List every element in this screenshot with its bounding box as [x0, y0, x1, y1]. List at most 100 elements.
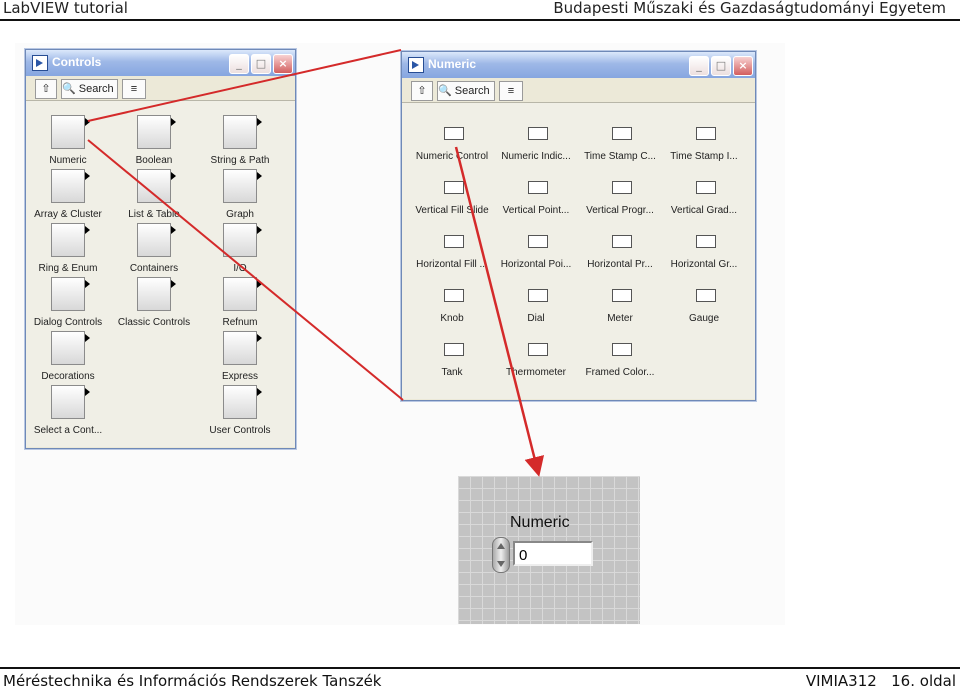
vertical-grad-icon	[689, 175, 719, 199]
array-cluster-icon	[51, 169, 90, 203]
maximize-button[interactable]: □	[711, 56, 731, 76]
footer-left: Méréstechnika és Információs Rendszerek …	[3, 672, 382, 690]
numeric-item-horizontal-pr[interactable]: Horizontal Pr...	[575, 229, 665, 270]
numeric-toolbar: ⇧ 🔍 Search ≡	[402, 78, 755, 102]
numeric-item-label: Meter	[607, 313, 633, 324]
numeric-item-label: Horizontal Fill ...	[416, 259, 488, 270]
glyph-icon	[528, 343, 548, 356]
numeric-item-horizontal-poi[interactable]: Horizontal Poi...	[491, 229, 581, 270]
numeric-titlebar[interactable]: Numeric _ □ ×	[402, 52, 755, 78]
classic-controls-icon	[137, 277, 176, 311]
numeric-item-vertical-fill-slide[interactable]: Vertical Fill Slide	[407, 175, 497, 216]
controls-item-label: Classic Controls	[117, 317, 191, 328]
numeric-item-numeric-indic[interactable]: Numeric Indic...	[491, 121, 581, 162]
glyph-icon	[444, 235, 464, 248]
express-icon	[223, 331, 262, 365]
search-button[interactable]: 🔍 Search	[437, 81, 495, 101]
numeric-item-thermometer[interactable]: Thermometer	[491, 337, 581, 378]
controls-item-array-cluster[interactable]: Array & Cluster	[23, 169, 113, 220]
controls-item-containers[interactable]: Containers	[109, 223, 199, 274]
controls-item-i-o[interactable]: I/O	[195, 223, 285, 274]
controls-item-numeric[interactable]: Numeric	[23, 115, 113, 166]
controls-item-express[interactable]: Express	[195, 331, 285, 382]
containers-icon	[137, 223, 176, 257]
numeric-item-dial[interactable]: Dial	[491, 283, 581, 324]
horizontal-gr-icon	[689, 229, 719, 253]
controls-item-decorations[interactable]: Decorations	[23, 331, 113, 382]
numeric-title: Numeric	[428, 57, 477, 71]
numeric-item-label: Vertical Point...	[502, 205, 570, 216]
view-options-icon[interactable]: ≡	[122, 79, 146, 99]
numeric-item-label: Gauge	[688, 313, 720, 324]
numeric-item-vertical-grad[interactable]: Vertical Grad...	[659, 175, 749, 216]
header-left: LabVIEW tutorial	[3, 0, 128, 17]
labview-icon	[32, 55, 48, 71]
controls-item-classic-controls[interactable]: Classic Controls	[109, 277, 199, 328]
controls-item-label: Array & Cluster	[34, 209, 102, 220]
glyph-icon	[528, 127, 548, 140]
numeric-item-framed-color[interactable]: Framed Color...	[575, 337, 665, 378]
maximize-button[interactable]: □	[251, 54, 271, 74]
controls-item-label: Refnum	[222, 317, 258, 328]
view-options-icon[interactable]: ≡	[499, 81, 523, 101]
controls-item-label: Express	[221, 371, 259, 382]
user-controls-icon	[223, 385, 262, 419]
controls-item-graph[interactable]: Graph	[195, 169, 285, 220]
dial-icon	[521, 283, 551, 307]
numeric-item-horizontal-gr[interactable]: Horizontal Gr...	[659, 229, 749, 270]
controls-item-label: String & Path	[210, 155, 270, 166]
numeric-item-meter[interactable]: Meter	[575, 283, 665, 324]
up-arrow-icon[interactable]: ⇧	[411, 81, 433, 101]
close-button[interactable]: ×	[273, 54, 293, 74]
numeric-item-numeric-control[interactable]: Numeric Control	[407, 121, 497, 162]
numeric-item-knob[interactable]: Knob	[407, 283, 497, 324]
numeric-item-vertical-point[interactable]: Vertical Point...	[491, 175, 581, 216]
numeric-item-gauge[interactable]: Gauge	[659, 283, 749, 324]
numeric-window: Numeric _ □ × ⇧ 🔍 Search ≡ Numeric Contr…	[401, 51, 756, 401]
header-right: Budapesti Műszaki és Gazdaságtudományi E…	[553, 0, 946, 17]
knob-icon	[437, 283, 467, 307]
controls-palette: Numeric Boolean String & Path Array & Clust…	[26, 100, 295, 447]
numeric-item-label: Vertical Fill Slide	[415, 205, 489, 216]
numeric-item-label: Horizontal Poi...	[500, 259, 572, 270]
controls-item-dialog-controls[interactable]: Dialog Controls	[23, 277, 113, 328]
controls-item-user-controls[interactable]: User Controls	[195, 385, 285, 436]
numeric-item-label: Time Stamp C...	[584, 151, 656, 162]
numeric-control-field[interactable]: 0	[513, 541, 593, 566]
numeric-item-horizontal-fill[interactable]: Horizontal Fill ...	[407, 229, 497, 270]
controls-item-select-a-cont[interactable]: Select a Cont...	[23, 385, 113, 436]
search-button[interactable]: 🔍 Search	[61, 79, 118, 99]
glyph-icon	[528, 289, 548, 302]
numeric-item-time-stamp-c[interactable]: Time Stamp C...	[575, 121, 665, 162]
controls-item-boolean[interactable]: Boolean	[109, 115, 199, 166]
numeric-item-label: Horizontal Pr...	[587, 259, 653, 270]
controls-item-refnum[interactable]: Refnum	[195, 277, 285, 328]
numeric-item-vertical-progr[interactable]: Vertical Progr...	[575, 175, 665, 216]
numeric-palette: Numeric Control Numeric Indic... Time Stam…	[402, 102, 755, 399]
controls-item-ring-enum[interactable]: Ring & Enum	[23, 223, 113, 274]
minimize-button[interactable]: _	[689, 56, 709, 76]
minimize-button[interactable]: _	[229, 54, 249, 74]
increment-decrement-icon[interactable]	[492, 537, 510, 573]
up-arrow-icon[interactable]: ⇧	[35, 79, 57, 99]
glyph-icon	[612, 181, 632, 194]
numeric-item-label: Tank	[441, 367, 463, 378]
meter-icon	[605, 283, 635, 307]
glyph-icon	[528, 235, 548, 248]
labview-icon	[408, 57, 424, 73]
controls-item-label: User Controls	[209, 425, 271, 436]
glyph-icon	[696, 235, 716, 248]
numeric-item-tank[interactable]: Tank	[407, 337, 497, 378]
search-label: Search	[78, 83, 114, 95]
controls-window: Controls _ □ × ⇧ 🔍 Search ≡ Numeric Boole…	[25, 49, 296, 449]
controls-titlebar[interactable]: Controls _ □ ×	[26, 50, 295, 76]
magnifier-icon: 🔍	[438, 85, 452, 97]
close-button[interactable]: ×	[733, 56, 753, 76]
framed-color-icon	[605, 337, 635, 361]
controls-item-string-path[interactable]: String & Path	[195, 115, 285, 166]
numeric-item-label: Dial	[527, 313, 545, 324]
controls-item-list-table[interactable]: List & Table	[109, 169, 199, 220]
glyph-icon	[612, 289, 632, 302]
numeric-item-time-stamp-i[interactable]: Time Stamp I...	[659, 121, 749, 162]
controls-item-label: Graph	[226, 209, 254, 220]
